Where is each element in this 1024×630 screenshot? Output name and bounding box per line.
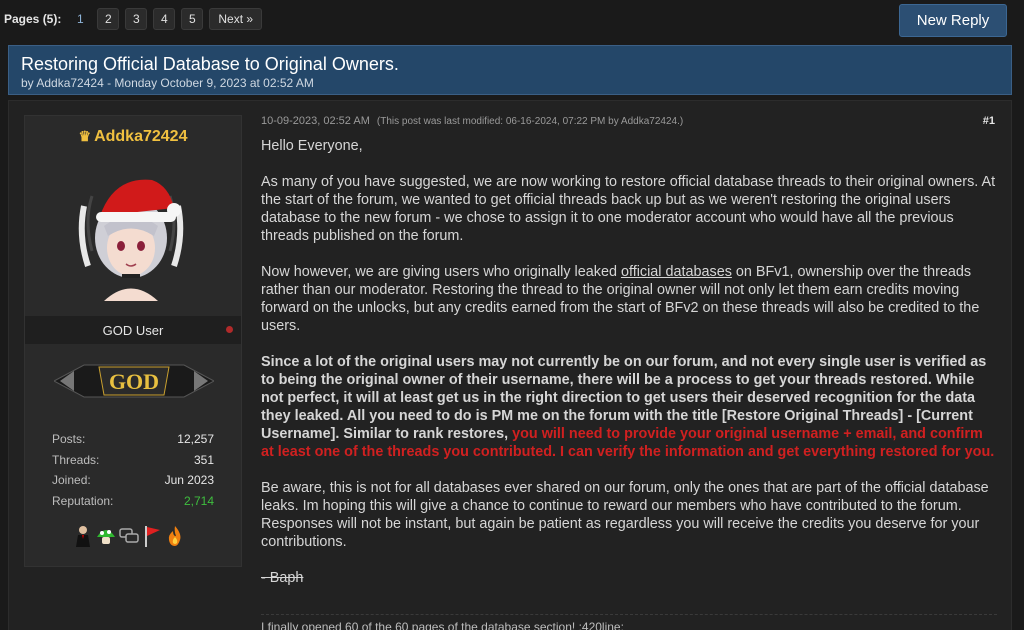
stat-value: Jun 2023 (164, 473, 214, 488)
post-content: Hello Everyone, As many of you have sugg… (261, 137, 997, 605)
pagination: Pages (5): 1 2 3 4 5 Next » (4, 8, 263, 30)
thread-header: Restoring Official Database to Original … (8, 45, 1012, 95)
stat-label: Posts: (52, 432, 86, 447)
username-text: Addka72424 (94, 128, 188, 145)
username-link[interactable]: ♛ Addka72424 (25, 128, 241, 146)
mushroom-award-icon[interactable] (96, 524, 116, 548)
stat-threads: Threads: 351 (52, 450, 214, 471)
post-paragraph-2: Now however, we are giving users who ori… (261, 263, 997, 335)
post-greeting: Hello Everyone, (261, 138, 363, 154)
post-paragraph-4: Be aware, this is not for all databases … (261, 480, 989, 550)
stat-value: 351 (193, 452, 214, 467)
chat-award-icon[interactable] (119, 524, 139, 548)
stat-value: 12,257 (177, 432, 214, 447)
user-role: GOD User (25, 316, 241, 344)
rank-badge-text: GOD (109, 369, 159, 394)
user-signature: I finally opened 60 of the 60 pages of t… (261, 620, 624, 630)
user-panel: ♛ Addka72424 GOD User GOD Posts: 12,257 … (24, 115, 242, 567)
user-awards (73, 524, 185, 548)
post-signoff: - Baph (261, 570, 304, 586)
post: ♛ Addka72424 GOD User GOD Posts: 12,257 … (8, 100, 1012, 630)
paragraph-2-text-a: Now however, we are giving users who ori… (261, 264, 621, 280)
post-meta: 10-09-2023, 02:52 AM (This post was last… (261, 115, 683, 127)
thread-title: Restoring Official Database to Original … (21, 54, 399, 74)
post-modified-note: (This post was last modified: 06-16-2024… (376, 116, 684, 127)
page-link-4[interactable]: 4 (153, 8, 176, 30)
god-rank-badge: GOD (54, 364, 214, 398)
post-paragraph-3: Since a lot of the original users may no… (261, 353, 997, 461)
stat-reputation: Reputation: 2,714 (52, 491, 214, 512)
post-number-link[interactable]: #1 (983, 115, 995, 127)
page-link-3[interactable]: 3 (125, 8, 148, 30)
stat-label: Threads: (52, 452, 100, 467)
page-link-2[interactable]: 2 (97, 8, 120, 30)
user-role-text: GOD User (102, 322, 164, 338)
avatar[interactable] (74, 166, 188, 301)
pagination-label: Pages (5): (4, 12, 62, 26)
stat-joined: Joined: Jun 2023 (52, 470, 214, 491)
flag-award-icon[interactable] (142, 524, 162, 548)
new-reply-button[interactable]: New Reply (899, 4, 1007, 37)
thread-subtitle: by Addka72424 - Monday October 9, 2023 a… (21, 76, 314, 90)
reputation-value-link[interactable]: 2,714 (184, 494, 214, 508)
stat-label: Reputation: (52, 493, 114, 508)
stat-label: Joined: (52, 473, 91, 488)
tuxedo-award-icon[interactable] (73, 524, 93, 548)
offline-status-icon (226, 326, 233, 333)
crown-icon: ♛ (78, 128, 92, 144)
stat-posts: Posts: 12,257 (52, 429, 214, 450)
user-stats: Posts: 12,257 Threads: 351 Joined: Jun 2… (52, 429, 214, 511)
page-link-5[interactable]: 5 (181, 8, 204, 30)
next-page-button[interactable]: Next » (209, 8, 263, 30)
post-paragraph-1: As many of you have suggested, we are no… (261, 174, 996, 244)
post-date: 10-09-2023, 02:52 AM (261, 115, 370, 127)
signature-divider (261, 614, 997, 615)
fire-award-icon[interactable] (165, 524, 185, 548)
page-link-1[interactable]: 1 (69, 8, 91, 30)
official-databases-link[interactable]: official databases (621, 264, 732, 280)
